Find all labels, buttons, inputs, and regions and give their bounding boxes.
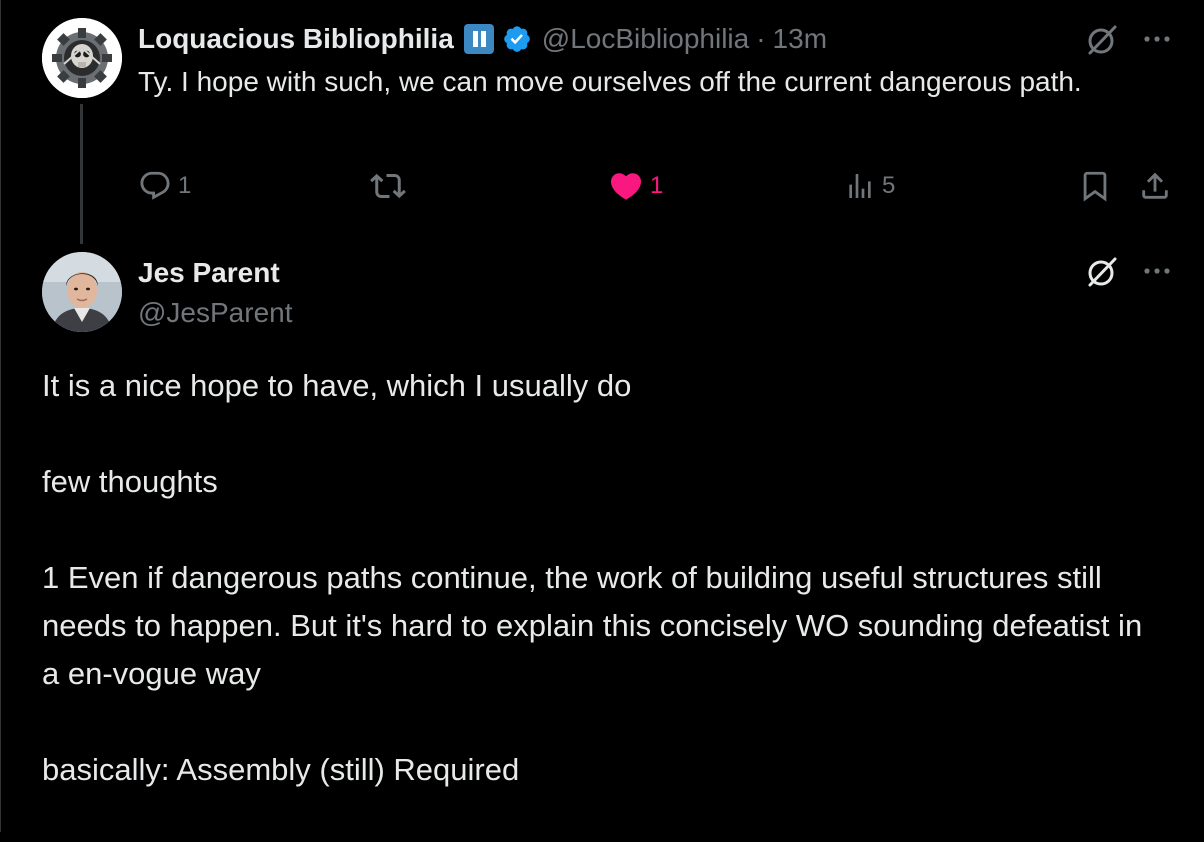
share-button[interactable] <box>1138 166 1172 206</box>
gear-skull-avatar-icon <box>42 18 122 98</box>
reply-button[interactable]: 1 <box>138 166 191 206</box>
avatar[interactable] <box>42 252 122 332</box>
grok-icon[interactable] <box>1084 22 1120 58</box>
bookmark-button[interactable] <box>1078 166 1112 206</box>
share-icon <box>1142 172 1168 199</box>
user-handle[interactable]: @LocBibliophilia <box>542 23 749 55</box>
verified-badge-icon[interactable] <box>502 24 532 54</box>
tweet-text: Ty. I hope with such, we can move oursel… <box>138 66 1082 97</box>
like-count: 1 <box>650 172 664 199</box>
display-name[interactable]: Loquacious Bibliophilia <box>138 23 454 55</box>
timestamp[interactable]: 13m <box>773 23 827 55</box>
tweet-text: It is a nice hope to have, which I usual… <box>42 362 1162 842</box>
repost-button[interactable] <box>370 166 412 206</box>
reply-icon <box>140 171 170 200</box>
separator-dot: · <box>756 23 766 54</box>
grok-icon[interactable] <box>1084 254 1120 290</box>
tweet-header: Loquacious Bibliophilia @LocBibliophilia… <box>138 20 827 58</box>
tweet-paragraph: basically: Assembly (still) Required <box>42 752 520 787</box>
pause-button-icon <box>463 24 494 54</box>
views-button[interactable]: 5 <box>844 166 895 206</box>
profile-photo <box>42 252 122 332</box>
like-button[interactable]: 1 <box>608 166 663 206</box>
user-handle[interactable]: @JesParent <box>138 294 293 332</box>
avatar[interactable] <box>42 18 122 98</box>
more-icon[interactable] <box>1140 22 1174 56</box>
heart-icon <box>610 173 642 200</box>
tweet-paragraph: It is a nice hope to have, which I usual… <box>42 368 632 403</box>
tweet-paragraph: 1 Even if dangerous paths continue, the … <box>42 560 1143 691</box>
views-icon <box>849 174 871 198</box>
display-name[interactable]: Jes Parent <box>138 254 280 292</box>
bookmark-icon <box>1083 171 1107 202</box>
views-count: 5 <box>882 172 896 199</box>
tweet-actions: 1 1 5 <box>138 166 1178 206</box>
tweet-paragraph: few thoughts <box>42 464 218 499</box>
repost-icon <box>370 173 406 199</box>
reply-tweet[interactable]: Loquacious Bibliophilia @LocBibliophilia… <box>0 0 1204 240</box>
more-icon[interactable] <box>1140 254 1174 288</box>
reply-count: 1 <box>178 172 192 199</box>
